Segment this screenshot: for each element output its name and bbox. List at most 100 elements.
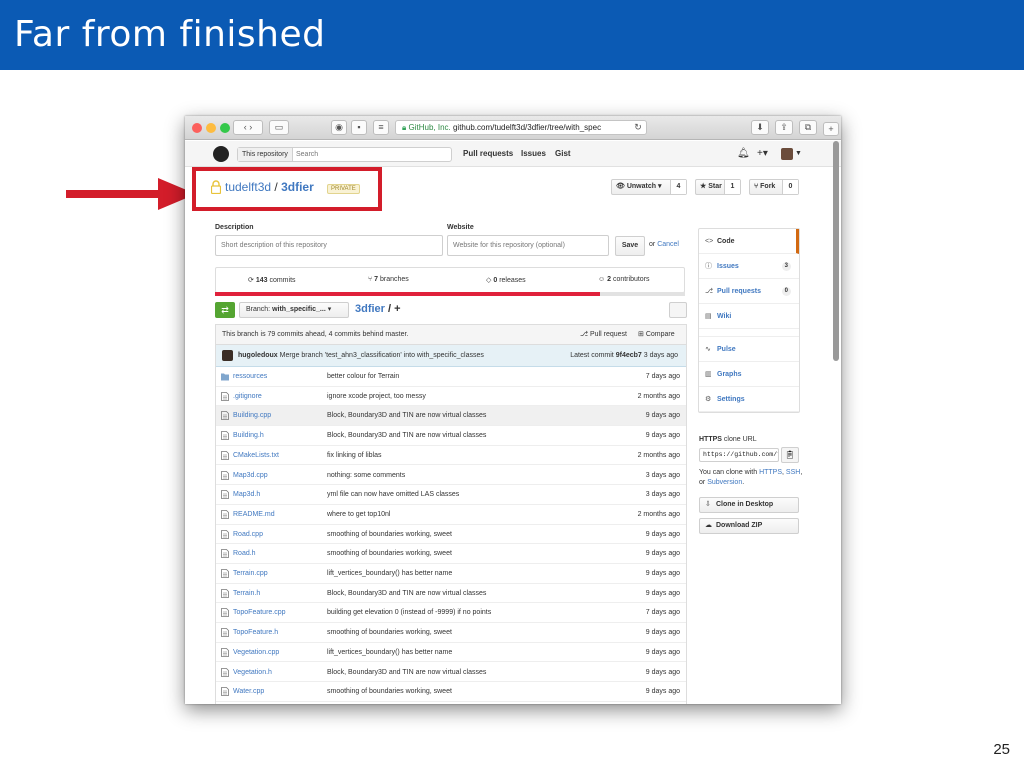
clone-in-desktop-button[interactable]: ⇩ Clone in Desktop bbox=[699, 497, 799, 513]
file-commit-message[interactable]: Block, Boundary3D and TIN are now virtua… bbox=[327, 426, 486, 445]
clone-svn-link[interactable]: Subversion bbox=[707, 479, 742, 486]
clone-ssh-link[interactable]: SSH bbox=[786, 469, 800, 476]
file-commit-message[interactable]: building get elevation 0 (instead of -99… bbox=[327, 603, 491, 622]
file-name-link[interactable]: Map3d.h bbox=[233, 485, 260, 504]
table-row[interactable]: Road.h smoothing of boundaries working, s… bbox=[216, 544, 686, 564]
list-view-icon[interactable] bbox=[669, 302, 687, 318]
table-row[interactable]: Building.h Block, Boundary3D and TIN are … bbox=[216, 426, 686, 446]
file-name-link[interactable]: Building.cpp bbox=[233, 406, 271, 425]
file-name-link[interactable]: Road.h bbox=[233, 544, 256, 563]
table-row[interactable]: Vegetation.cpp lift_vertices_boundary() h… bbox=[216, 643, 686, 663]
pull-request-button[interactable]: ⎇ Pull request bbox=[580, 325, 627, 345]
clone-protocol[interactable]: HTTPS bbox=[699, 436, 722, 443]
file-commit-message[interactable]: smoothing of boundaries working, sweet bbox=[327, 544, 452, 563]
file-name-link[interactable]: .gitignore bbox=[233, 387, 262, 406]
file-name-link[interactable]: Building.h bbox=[233, 426, 264, 445]
new-tab-icon[interactable]: + bbox=[823, 122, 839, 136]
tabs-icon[interactable]: ⧉ bbox=[799, 120, 817, 135]
file-commit-message[interactable]: Block, Boundary3D and TIN are now virtua… bbox=[327, 584, 486, 603]
sidebar-item-pulse[interactable]: ∿ Pulse bbox=[699, 337, 799, 362]
save-button[interactable]: Save bbox=[615, 236, 645, 256]
address-bar[interactable]: 🔒︎ GitHub, Inc. github.com/tudelft3d/3df… bbox=[395, 120, 647, 135]
file-commit-message[interactable]: smoothing of boundaries working, sweet bbox=[327, 525, 452, 544]
nav-pull-requests[interactable]: Pull requests bbox=[463, 149, 513, 158]
sidebar-item-code[interactable]: <> Code bbox=[699, 229, 799, 254]
file-name-link[interactable]: Vegetation.cpp bbox=[233, 643, 279, 662]
reload-icon[interactable]: ↻ bbox=[631, 121, 645, 134]
table-row[interactable]: ressources better colour for Terrain 7 day… bbox=[216, 367, 686, 387]
reading-list-icon[interactable]: ▪ bbox=[351, 120, 367, 135]
table-row[interactable]: Building.cpp Block, Boundary3D and TIN ar… bbox=[216, 406, 686, 427]
star-count[interactable]: 1 bbox=[724, 180, 740, 194]
search-input[interactable]: This repository Search bbox=[237, 147, 452, 162]
share-icon[interactable]: ⇪ bbox=[775, 120, 793, 135]
download-zip-button[interactable]: ☁ Download ZIP bbox=[699, 518, 799, 534]
table-row[interactable]: Vegetation.h Block, Boundary3D and TIN ar… bbox=[216, 663, 686, 683]
chevron-down-icon[interactable]: ▼ bbox=[795, 150, 802, 157]
compare-button[interactable]: ⊞ Compare bbox=[638, 325, 675, 345]
close-window-icon[interactable] bbox=[192, 123, 202, 133]
file-name-link[interactable]: ressources bbox=[233, 367, 267, 386]
file-name-link[interactable]: TopoFeature.h bbox=[233, 623, 278, 642]
file-commit-message[interactable]: fix linking of liblas bbox=[327, 446, 381, 465]
file-commit-message[interactable]: better colour for Terrain bbox=[327, 367, 399, 386]
sidebar-toggle-icon[interactable]: ▭ bbox=[269, 120, 289, 135]
table-row[interactable]: Road.cpp smoothing of boundaries working,… bbox=[216, 525, 686, 545]
privacy-icon[interactable]: ◉ bbox=[331, 120, 347, 135]
scrollbar[interactable] bbox=[833, 141, 839, 361]
file-name-link[interactable]: Map3d.cpp bbox=[233, 466, 268, 485]
file-commit-message[interactable]: nothing: some comments bbox=[327, 466, 405, 485]
fork-count[interactable]: 0 bbox=[782, 180, 798, 194]
sidebar-item-issues[interactable]: ⓘ Issues 3 bbox=[699, 254, 799, 279]
clone-url-input[interactable]: https://github.com/tudelft3d/3dfier.git bbox=[699, 448, 779, 462]
nav-gist[interactable]: Gist bbox=[555, 149, 571, 158]
table-row[interactable]: TopoFeature.h smoothing of boundaries wor… bbox=[216, 623, 686, 643]
downloads-icon[interactable]: ⬇ bbox=[751, 120, 769, 135]
description-input[interactable]: Short description of this repository bbox=[215, 235, 443, 256]
cancel-link[interactable]: Cancel bbox=[657, 241, 679, 248]
table-row[interactable]: Map3d.h yml file can now have omitted LAS… bbox=[216, 485, 686, 505]
notification-bell-icon[interactable]: 🔔︎ bbox=[737, 148, 750, 159]
minimize-window-icon[interactable] bbox=[206, 123, 216, 133]
file-name-link[interactable]: README.md bbox=[233, 505, 275, 524]
file-name-link[interactable]: Vegetation.h bbox=[233, 663, 272, 682]
table-row[interactable]: Map3d.cpp nothing: some comments 3 days ag… bbox=[216, 466, 686, 486]
avatar[interactable] bbox=[781, 148, 793, 160]
fork-button[interactable]: ⑂ Fork 0 bbox=[749, 179, 799, 195]
create-new-icon[interactable]: +▾ bbox=[757, 148, 768, 159]
file-name-link[interactable]: Road.cpp bbox=[233, 525, 263, 544]
table-row[interactable]: Water.cpp smoothing of boundaries working… bbox=[216, 682, 686, 702]
table-row[interactable]: CMakeLists.txt fix linking of liblas 2 mon… bbox=[216, 446, 686, 466]
commit-author[interactable]: hugoledoux bbox=[238, 352, 278, 359]
commits-stat[interactable]: ⟳ 143 commits bbox=[248, 276, 296, 284]
file-commit-message[interactable]: ignore xcode project, too messy bbox=[327, 387, 426, 406]
breadcrumb-add[interactable]: / + bbox=[388, 303, 401, 315]
sidebar-item-pull-requests[interactable]: ⎇ Pull requests 0 bbox=[699, 279, 799, 304]
file-name-link[interactable]: Water.cpp bbox=[233, 682, 264, 701]
table-row[interactable]: Terrain.cpp lift_vertices_boundary() has … bbox=[216, 564, 686, 584]
file-name-link[interactable]: TopoFeature.cpp bbox=[233, 603, 286, 622]
file-commit-message[interactable]: lift_vertices_boundary() has better name bbox=[327, 564, 452, 583]
file-commit-message[interactable]: smoothing of boundaries working, sweet bbox=[327, 623, 452, 642]
website-input[interactable]: Website for this repository (optional) bbox=[447, 235, 609, 256]
releases-stat[interactable]: ◇ 0 releases bbox=[486, 276, 526, 284]
contributors-stat[interactable]: ☺ 2 contributors bbox=[598, 276, 650, 283]
file-commit-message[interactable]: Block, Boundary3D and TIN are now virtua… bbox=[327, 663, 486, 682]
table-row[interactable]: Terrain.h Block, Boundary3D and TIN are n… bbox=[216, 584, 686, 604]
file-commit-message[interactable]: yml file can now have omitted LAS classe… bbox=[327, 485, 459, 504]
unwatch-button[interactable]: 👁︎ Unwatch ▾ 4 bbox=[611, 179, 687, 195]
menu-icon[interactable]: ≡ bbox=[373, 120, 389, 135]
nav-issues[interactable]: Issues bbox=[521, 149, 546, 158]
file-commit-message[interactable]: Block, Boundary3D and TIN are now virtua… bbox=[327, 406, 486, 425]
zoom-window-icon[interactable] bbox=[220, 123, 230, 133]
clipboard-icon[interactable]: 📋︎ bbox=[781, 447, 799, 463]
file-name-link[interactable]: CMakeLists.txt bbox=[233, 446, 279, 465]
table-row[interactable]: README.md where to get top10nl 2 months ag… bbox=[216, 505, 686, 525]
breadcrumb-repo[interactable]: 3dfier bbox=[355, 303, 385, 315]
table-row[interactable]: .gitignore ignore xcode project, too mess… bbox=[216, 387, 686, 407]
sidebar-item-wiki[interactable]: ▤ Wiki bbox=[699, 304, 799, 329]
github-logo-icon[interactable] bbox=[213, 146, 229, 162]
file-name-link[interactable]: Terrain.h bbox=[233, 584, 260, 603]
sidebar-item-settings[interactable]: ⚙ Settings bbox=[699, 387, 799, 412]
file-commit-message[interactable]: smoothing of boundaries working, sweet bbox=[327, 682, 452, 701]
